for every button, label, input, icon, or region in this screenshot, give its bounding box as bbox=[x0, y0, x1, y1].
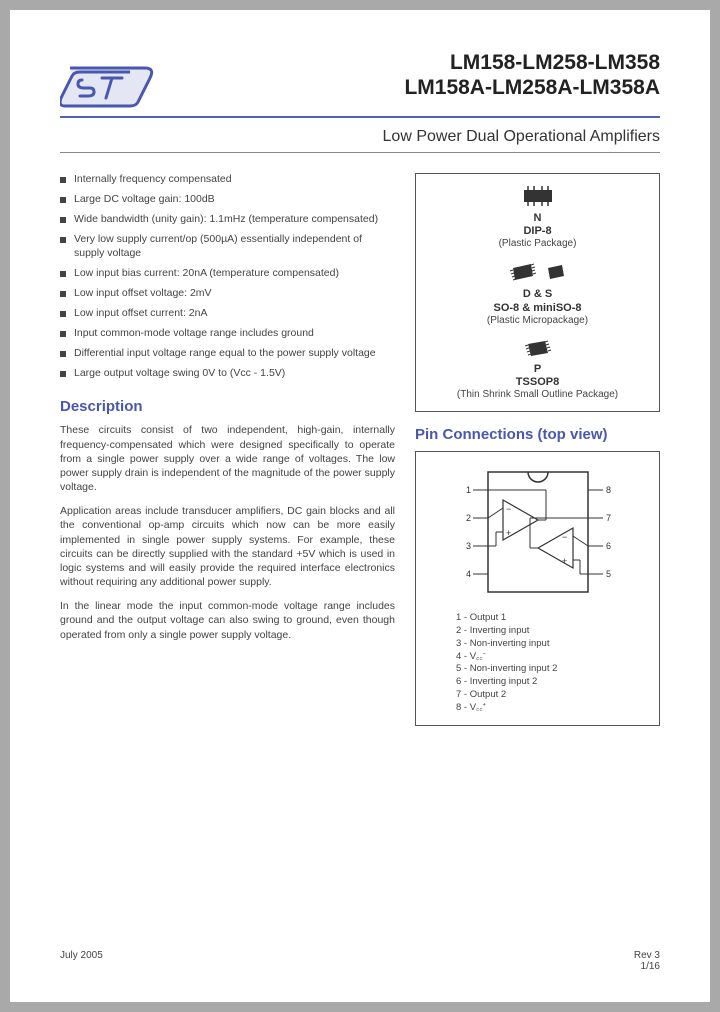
right-column: N DIP-8 (Plastic Package) bbox=[415, 173, 660, 726]
description-para: In the linear mode the input common-mode… bbox=[60, 599, 395, 642]
datasheet-page: LM158-LM258-LM358 LM158A-LM258A-LM358A L… bbox=[10, 10, 710, 1002]
package-code: N bbox=[422, 212, 653, 225]
feature-item: Input common-mode voltage range includes… bbox=[60, 327, 395, 340]
pin-item: 4 - V꜀꜀⁻ bbox=[456, 651, 649, 664]
pin-item: 8 - V꜀꜀⁺ bbox=[456, 702, 649, 715]
footer-rev: Rev 3 bbox=[634, 950, 660, 961]
svg-text:2: 2 bbox=[466, 513, 471, 523]
svg-text:8: 8 bbox=[606, 485, 611, 495]
feature-item: Low input bias current: 20nA (temperatur… bbox=[60, 267, 395, 280]
content-columns: Internally frequency compensated Large D… bbox=[60, 173, 660, 726]
package-code: D & S bbox=[422, 288, 653, 301]
feature-item: Internally frequency compensated bbox=[60, 173, 395, 186]
divider bbox=[60, 116, 660, 118]
package-name: DIP-8 bbox=[422, 225, 653, 238]
pin-item: 6 - Inverting input 2 bbox=[456, 676, 649, 689]
feature-item: Differential input voltage range equal t… bbox=[60, 347, 395, 360]
pin-item: 5 - Non-inverting input 2 bbox=[456, 663, 649, 676]
svg-text:+: + bbox=[506, 528, 511, 538]
description-para: These circuits consist of two independen… bbox=[60, 423, 395, 494]
description-body: These circuits consist of two independen… bbox=[60, 423, 395, 641]
package-note: (Thin Shrink Small Outline Package) bbox=[422, 389, 653, 401]
footer-page: 1/16 bbox=[634, 961, 660, 972]
svg-text:6: 6 bbox=[606, 541, 611, 551]
svg-text:+: + bbox=[562, 556, 567, 566]
description-heading: Description bbox=[60, 398, 395, 415]
svg-text:−: − bbox=[506, 504, 511, 514]
svg-text:5: 5 bbox=[606, 569, 611, 579]
pin-item: 3 - Non-inverting input bbox=[456, 638, 649, 651]
footer: July 2005 Rev 3 1/16 bbox=[60, 950, 660, 972]
tssop8-icon bbox=[422, 339, 653, 359]
title-line-1: LM158-LM258-LM358 bbox=[180, 50, 660, 75]
pin-item: 7 - Output 2 bbox=[456, 689, 649, 702]
left-column: Internally frequency compensated Large D… bbox=[60, 173, 395, 726]
pinout-diagram: 1 2 3 4 8 7 6 5 − + bbox=[426, 462, 649, 602]
title-line-2: LM158A-LM258A-LM358A bbox=[180, 75, 660, 100]
package-note: (Plastic Micropackage) bbox=[422, 315, 653, 327]
packages-box: N DIP-8 (Plastic Package) bbox=[415, 173, 660, 412]
pin-connections-heading: Pin Connections (top view) bbox=[415, 426, 660, 443]
feature-item: Large DC voltage gain: 100dB bbox=[60, 193, 395, 206]
package-item: N DIP-8 (Plastic Package) bbox=[422, 184, 653, 250]
package-code: P bbox=[422, 363, 653, 376]
svg-text:7: 7 bbox=[606, 513, 611, 523]
pin-item: 1 - Output 1 bbox=[456, 612, 649, 625]
divider bbox=[60, 152, 660, 153]
pin-list: 1 - Output 1 2 - Inverting input 3 - Non… bbox=[426, 612, 649, 715]
feature-item: Low input offset current: 2nA bbox=[60, 307, 395, 320]
package-name: SO-8 & miniSO-8 bbox=[422, 302, 653, 315]
package-name: TSSOP8 bbox=[422, 376, 653, 389]
footer-right: Rev 3 1/16 bbox=[634, 950, 660, 972]
package-note: (Plastic Package) bbox=[422, 238, 653, 250]
feature-item: Very low supply current/op (500µA) essen… bbox=[60, 233, 395, 259]
svg-text:4: 4 bbox=[466, 569, 471, 579]
part-numbers: LM158-LM258-LM358 LM158A-LM258A-LM358A bbox=[180, 50, 660, 100]
footer-date: July 2005 bbox=[60, 950, 103, 972]
feature-item: Large output voltage swing 0V to (Vcc - … bbox=[60, 367, 395, 380]
pin-connections-box: 1 2 3 4 8 7 6 5 − + bbox=[415, 451, 660, 726]
package-item: D & S SO-8 & miniSO-8 (Plastic Micropack… bbox=[422, 262, 653, 326]
pin-item: 2 - Inverting input bbox=[456, 625, 649, 638]
package-item: P TSSOP8 (Thin Shrink Small Outline Pack… bbox=[422, 339, 653, 401]
svg-text:1: 1 bbox=[466, 485, 471, 495]
feature-item: Wide bandwidth (unity gain): 1.1mHz (tem… bbox=[60, 213, 395, 226]
description-para: Application areas include transducer amp… bbox=[60, 504, 395, 589]
svg-text:−: − bbox=[562, 532, 567, 542]
feature-item: Low input offset voltage: 2mV bbox=[60, 287, 395, 300]
header: LM158-LM258-LM358 LM158A-LM258A-LM358A bbox=[60, 50, 660, 110]
svg-text:3: 3 bbox=[466, 541, 471, 551]
so8-icon bbox=[422, 262, 653, 284]
dip8-icon bbox=[422, 184, 653, 208]
features-list: Internally frequency compensated Large D… bbox=[60, 173, 395, 380]
st-logo bbox=[60, 50, 180, 110]
page-subtitle: Low Power Dual Operational Amplifiers bbox=[60, 128, 660, 146]
